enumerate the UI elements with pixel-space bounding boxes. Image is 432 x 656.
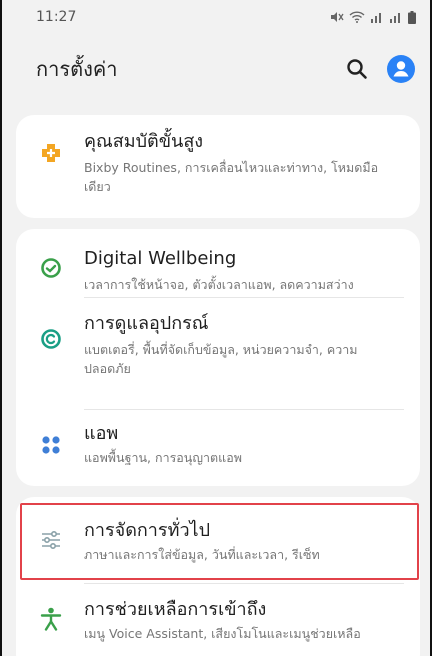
wifi-icon — [349, 11, 365, 23]
settings-item-accessibility[interactable]: การช่วยเหลือการเข้าถึง เมนู Voice Assist… — [16, 584, 420, 656]
item-subtitle: Bixby Routines, การเคลื่อนไหวและท่าทาง, … — [84, 160, 379, 194]
screen: 11:27 การตั้งค่า คุณสมบัติขั้นสูง Bixby … — [0, 0, 432, 656]
page-title: การตั้งค่า — [36, 57, 118, 81]
item-title: แอพ — [84, 423, 119, 444]
item-title: การช่วยเหลือการเข้าถึง — [84, 599, 267, 620]
settings-card-general: การจัดการทั่วไป ภาษาและการใส่ข้อมูล, วัน… — [16, 497, 420, 656]
item-subtitle: เมนู Voice Assistant, เสียงโมโนและเมนูช่… — [84, 626, 361, 641]
accessibility-icon — [38, 606, 64, 632]
item-text: การจัดการทั่วไป ภาษาและการใส่ข้อมูล, วัน… — [84, 519, 320, 564]
device-care-icon — [38, 326, 64, 352]
settings-item-apps[interactable]: แอพ แอพพื้นฐาน, การอนุญาตแอพ — [16, 410, 420, 486]
item-title: Digital Wellbeing — [84, 248, 237, 269]
search-icon[interactable] — [346, 58, 368, 80]
apps-icon — [38, 432, 64, 458]
settings-item-device-care[interactable]: การดูแลอุปกรณ์ แบตเตอรี่, พื้นที่จัดเก็บ… — [16, 298, 420, 409]
app-bar: การตั้งค่า — [2, 34, 430, 104]
signal-icon — [371, 13, 381, 23]
settings-item-advanced-features[interactable]: คุณสมบัติขั้นสูง Bixby Routines, การเคลื… — [16, 115, 420, 196]
battery-icon — [408, 10, 416, 24]
item-subtitle: เวลาการใช้หน้าจอ, ตัวตั้งเวลาแอพ, ลดความ… — [84, 277, 354, 292]
item-text: การดูแลอุปกรณ์ แบตเตอรี่, พื้นที่จัดเก็บ… — [84, 312, 394, 378]
account-icon[interactable] — [386, 54, 416, 84]
settings-item-digital-wellbeing[interactable]: Digital Wellbeing เวลาการใช้หน้าจอ, ตัวต… — [16, 229, 420, 297]
general-management-icon — [38, 527, 64, 553]
advanced-features-icon — [38, 140, 64, 166]
mute-icon — [331, 12, 344, 22]
item-subtitle: ภาษาและการใส่ข้อมูล, วันที่และเวลา, รีเซ… — [84, 547, 320, 562]
item-text: คุณสมบัติขั้นสูง Bixby Routines, การเคลื… — [84, 130, 384, 196]
status-icons — [330, 10, 416, 24]
digital-wellbeing-icon — [38, 255, 64, 281]
item-text: การช่วยเหลือการเข้าถึง เมนู Voice Assist… — [84, 598, 361, 643]
settings-card-advanced: คุณสมบัติขั้นสูง Bixby Routines, การเคลื… — [16, 115, 420, 218]
item-subtitle: แอพพื้นฐาน, การอนุญาตแอพ — [84, 450, 242, 465]
settings-card-device: Digital Wellbeing เวลาการใช้หน้าจอ, ตัวต… — [16, 229, 420, 486]
item-title: คุณสมบัติขั้นสูง — [84, 131, 204, 152]
item-text: Digital Wellbeing เวลาการใช้หน้าจอ, ตัวต… — [84, 247, 354, 294]
item-text: แอพ แอพพื้นฐาน, การอนุญาตแอพ — [84, 422, 242, 467]
status-bar: 11:27 — [2, 0, 430, 34]
status-time: 11:27 — [36, 9, 77, 25]
item-subtitle: แบตเตอรี่, พื้นที่จัดเก็บข้อมูล, หน่วยคว… — [84, 342, 358, 376]
appbar-actions — [346, 54, 416, 84]
settings-item-general-management[interactable]: การจัดการทั่วไป ภาษาและการใส่ข้อมูล, วัน… — [16, 497, 420, 583]
signal-icon — [390, 13, 400, 23]
item-title: การจัดการทั่วไป — [84, 520, 211, 541]
item-title: การดูแลอุปกรณ์ — [84, 313, 209, 334]
